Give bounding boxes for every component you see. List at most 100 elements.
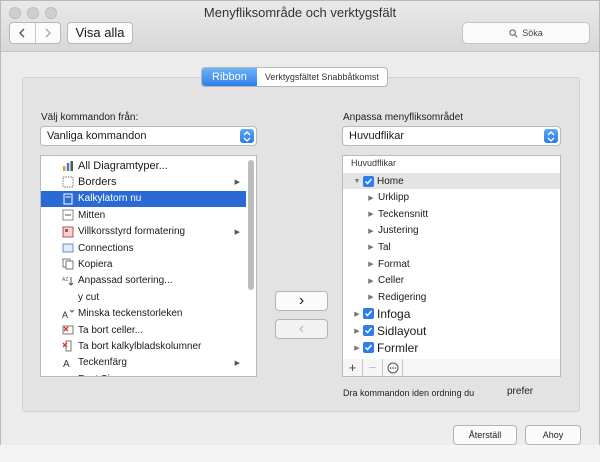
command-item[interactable]: Villkorsstyrd formatering ▶ bbox=[41, 224, 246, 240]
ribbon-tab-item[interactable]: ▶ Sidlayout bbox=[343, 323, 560, 339]
disclosure-closed-icon[interactable]: ▶ bbox=[367, 227, 375, 235]
tab-checkbox[interactable] bbox=[363, 308, 374, 320]
calculator-icon bbox=[61, 192, 74, 205]
customize-ribbon-select[interactable]: Huvudflikar bbox=[342, 126, 561, 146]
disclosure-closed-icon[interactable]: ▶ bbox=[367, 260, 375, 268]
ribbon-group-item[interactable]: ▶ Redigering bbox=[343, 289, 560, 305]
tab-checkbox[interactable] bbox=[363, 175, 374, 187]
save-button[interactable]: Ahoy bbox=[525, 425, 581, 445]
ribbon-group-item[interactable]: ▶ Justering bbox=[343, 223, 560, 239]
tree-item-label: Home bbox=[377, 175, 404, 187]
tab-checkbox[interactable] bbox=[363, 325, 374, 337]
navigation-group bbox=[9, 22, 61, 44]
choose-commands-label: Välj kommandon från: bbox=[41, 112, 139, 123]
commands-list[interactable]: All Diagramtyper... Borders ▶ Kalkylatorn n… bbox=[40, 155, 257, 377]
choose-commands-select[interactable]: Vanliga kommandon bbox=[40, 126, 257, 146]
ribbon-tab-item[interactable]: ▶ Formler bbox=[343, 340, 560, 356]
back-button[interactable] bbox=[10, 23, 35, 43]
tree-toolbar: + − bbox=[342, 359, 561, 377]
tab-switcher: Ribbon Verktygsfältet Snabbåtkomst bbox=[201, 67, 388, 87]
center-icon bbox=[61, 209, 74, 222]
disclosure-closed-icon[interactable]: ▶ bbox=[367, 194, 375, 202]
command-item[interactable]: A Minska teckenstorleken bbox=[41, 306, 246, 322]
command-label: Kopiera bbox=[78, 258, 113, 270]
chevron-right-icon bbox=[45, 28, 51, 38]
disclosure-closed-icon[interactable]: ▶ bbox=[353, 310, 361, 318]
add-tab-button[interactable]: + bbox=[343, 359, 363, 376]
chevron-left-icon bbox=[19, 28, 25, 38]
disclosure-closed-icon[interactable]: ▶ bbox=[367, 243, 375, 251]
command-label: y cut bbox=[78, 291, 100, 303]
command-label: Anpassad sortering... bbox=[78, 275, 173, 287]
borders-icon bbox=[61, 176, 74, 189]
blank-icon bbox=[61, 291, 74, 304]
tab-ribbon[interactable]: Ribbon bbox=[202, 68, 257, 86]
submenu-arrow-icon: ▶ bbox=[234, 179, 240, 187]
ribbon-tab-item[interactable]: ▼ Home bbox=[343, 173, 560, 189]
show-all-button[interactable]: Visa alla bbox=[67, 22, 133, 44]
submenu-arrow-icon: ▶ bbox=[234, 228, 240, 236]
copy-icon bbox=[61, 258, 74, 271]
forward-button[interactable] bbox=[34, 23, 61, 43]
command-label: All Diagramtyper... bbox=[78, 160, 168, 172]
svg-text:A: A bbox=[62, 310, 68, 320]
ribbon-tabs-tree[interactable]: Huvudflikar ▼ Home ▶ Urklipp ▶ Teckensnitt ▶ Ju… bbox=[342, 155, 561, 360]
more-options-button[interactable] bbox=[383, 359, 403, 376]
ellipsis-circle-icon bbox=[387, 362, 398, 373]
command-label: Connections bbox=[78, 242, 134, 254]
ribbon-group-item[interactable]: ▶ Celler bbox=[343, 273, 560, 289]
command-label: Teckenfärg bbox=[78, 357, 127, 369]
command-label: Ta bort kalkylbladskolumner bbox=[78, 340, 202, 352]
svg-text:A: A bbox=[63, 359, 70, 369]
commands-scrollbar[interactable] bbox=[248, 160, 254, 290]
disclosure-open-icon[interactable]: ▼ bbox=[353, 178, 361, 185]
ribbon-group-item[interactable]: ▶ Teckensnitt bbox=[343, 206, 560, 222]
tree-header: Huvudflikar bbox=[351, 158, 397, 168]
command-item[interactable]: Kopiera bbox=[41, 256, 246, 272]
command-item[interactable]: AZ Anpassad sortering... bbox=[41, 273, 246, 289]
search-field[interactable]: Söka bbox=[462, 22, 590, 44]
tree-item-label: Tal bbox=[378, 241, 391, 253]
window-title: Menyfliksområde och verktygsfält bbox=[203, 5, 397, 20]
customize-ribbon-value: Huvudflikar bbox=[349, 130, 405, 142]
command-item[interactable]: A Font Si... bbox=[41, 371, 246, 376]
command-item[interactable]: y cut bbox=[41, 289, 246, 305]
ribbon-group-item[interactable]: ▶ Format bbox=[343, 256, 560, 272]
tab-quick-access-toolbar[interactable]: Verktygsfältet Snabbåtkomst bbox=[257, 68, 387, 86]
reset-button[interactable]: Återställ bbox=[453, 425, 517, 445]
select-arrows-icon bbox=[240, 129, 254, 143]
command-label: Ta bort celler... bbox=[78, 324, 144, 336]
delete-cells-icon bbox=[61, 324, 74, 337]
remove-command-button[interactable]: ‹ bbox=[275, 319, 328, 339]
command-item[interactable]: Ta bort kalkylbladskolumner bbox=[41, 338, 246, 354]
command-item[interactable]: Ta bort celler... bbox=[41, 322, 246, 338]
command-item[interactable]: All Diagramtyper... bbox=[41, 158, 246, 174]
ribbon-group-item[interactable]: ▶ Tal bbox=[343, 239, 560, 255]
connections-icon bbox=[61, 242, 74, 255]
command-item[interactable]: Kalkylatorn nu bbox=[41, 190, 246, 207]
ribbon-tab-item[interactable]: ▶ Infoga bbox=[343, 306, 560, 322]
command-item[interactable]: Connections bbox=[41, 240, 246, 256]
tree-item-label: Teckensnitt bbox=[378, 208, 429, 220]
command-item[interactable]: Mitten bbox=[41, 207, 246, 223]
chart-icon bbox=[61, 160, 74, 173]
disclosure-closed-icon[interactable]: ▶ bbox=[367, 210, 375, 218]
add-command-button[interactable]: › bbox=[275, 291, 328, 311]
tree-item-label: Celler bbox=[378, 275, 405, 287]
ribbon-group-item[interactable]: ▶ Urklipp bbox=[343, 190, 560, 206]
command-label: Kalkylatorn nu bbox=[78, 193, 142, 205]
font-color-icon: A bbox=[61, 356, 74, 369]
tree-item-label: Infoga bbox=[377, 306, 411, 321]
command-item[interactable]: A Teckenfärg ▶ bbox=[41, 355, 246, 371]
disclosure-closed-icon[interactable]: ▶ bbox=[367, 293, 375, 301]
disclosure-closed-icon[interactable]: ▶ bbox=[367, 277, 375, 285]
disclosure-closed-icon[interactable]: ▶ bbox=[353, 327, 361, 335]
preferences-window: Menyfliksområde och verktygsfält Visa al… bbox=[0, 0, 600, 462]
remove-tab-button[interactable]: − bbox=[363, 359, 383, 376]
tab-checkbox[interactable] bbox=[363, 342, 374, 354]
background-spreadsheet bbox=[0, 445, 600, 462]
command-item[interactable]: Borders ▶ bbox=[41, 174, 246, 190]
disclosure-closed-icon[interactable]: ▶ bbox=[353, 344, 361, 352]
customize-ribbon-label: Anpassa menyfliksområdet bbox=[343, 112, 464, 123]
svg-text:AZ: AZ bbox=[62, 277, 68, 283]
